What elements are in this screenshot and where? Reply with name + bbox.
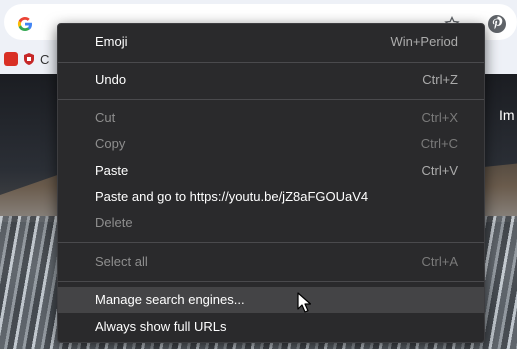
menu-item-emoji[interactable]: Emoji Win+Period [58, 29, 484, 55]
menu-item-label: Emoji [95, 34, 128, 49]
menu-item-copy[interactable]: Copy Ctrl+C [58, 131, 484, 157]
bookmark-label: C [40, 51, 50, 67]
menu-item-undo[interactable]: Undo Ctrl+Z [58, 67, 484, 93]
menu-separator [58, 99, 484, 100]
menu-item-label: Select all [95, 254, 148, 269]
menu-item-label: Cut [95, 110, 116, 125]
menu-item-always-show-full-urls[interactable]: Always show full URLs [58, 314, 484, 340]
menu-item-paste[interactable]: Paste Ctrl+V [58, 158, 484, 184]
menu-separator [58, 281, 484, 282]
bookmark-shield-icon [24, 53, 34, 65]
menu-item-label: Undo [95, 72, 127, 87]
menu-item-label: Paste and go to https://youtu.be/jZ8aFGO… [95, 189, 369, 204]
context-menu: Emoji Win+Period Undo Ctrl+Z Cut Ctrl+X … [57, 23, 485, 343]
mouse-pointer-icon [297, 292, 311, 313]
pinterest-icon[interactable] [487, 14, 507, 34]
menu-item-shortcut: Ctrl+C [420, 136, 458, 151]
menu-item-shortcut: Win+Period [390, 34, 458, 49]
menu-item-label: Manage search engines... [95, 292, 245, 307]
google-g-icon [17, 17, 32, 32]
menu-item-manage-search-engines[interactable]: Manage search engines... [58, 287, 484, 313]
bookmark-item[interactable] [4, 50, 18, 68]
menu-item-label: Paste [95, 163, 129, 178]
menu-item-cut[interactable]: Cut Ctrl+X [58, 105, 484, 131]
menu-item-shortcut: Ctrl+V [421, 163, 458, 178]
menu-item-shortcut: Ctrl+X [421, 110, 458, 125]
menu-separator [58, 62, 484, 63]
menu-item-label: Always show full URLs [95, 319, 227, 334]
menu-item-paste-and-go[interactable]: Paste and go to https://youtu.be/jZ8aFGO… [58, 184, 484, 210]
menu-item-label: Delete [95, 215, 133, 230]
menu-item-shortcut: Ctrl+A [421, 254, 458, 269]
bookmark-item[interactable]: C [22, 50, 49, 68]
ntp-corner-label[interactable]: Im [499, 107, 515, 123]
menu-item-shortcut: Ctrl+Z [422, 72, 458, 87]
menu-item-delete[interactable]: Delete [58, 210, 484, 236]
menu-item-select-all[interactable]: Select all Ctrl+A [58, 249, 484, 275]
menu-item-label: Copy [95, 136, 126, 151]
menu-separator [58, 242, 484, 243]
bookmark-red-icon [4, 52, 18, 66]
